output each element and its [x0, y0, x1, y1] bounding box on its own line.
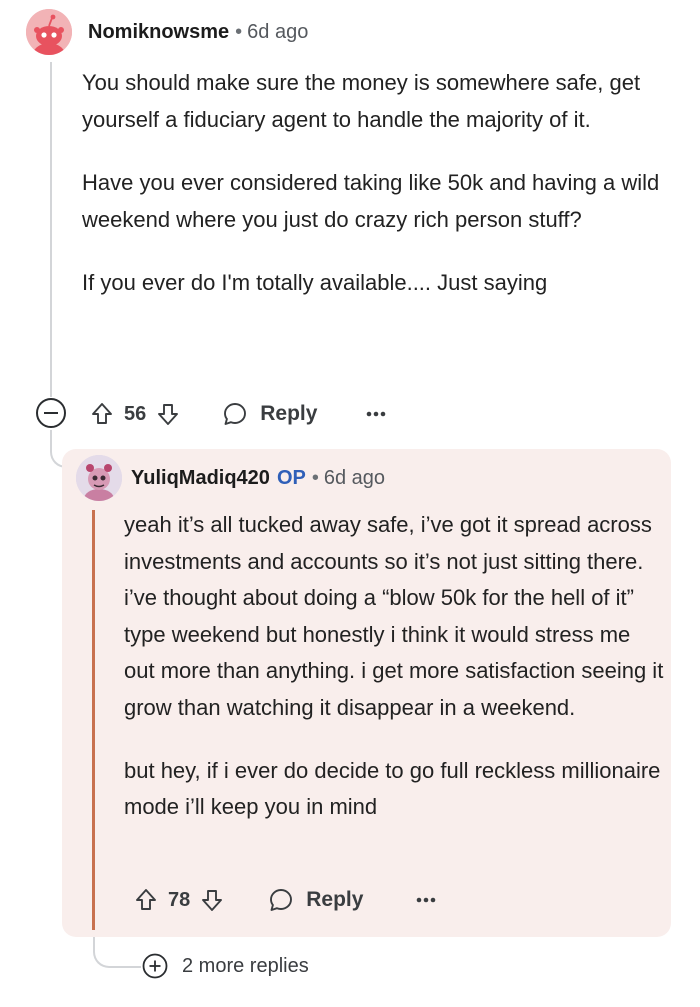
thread-line [50, 62, 52, 397]
speech-bubble-icon [268, 887, 294, 913]
comment-action-bar: 56 Reply [90, 394, 387, 434]
more-options-button[interactable] [415, 896, 437, 904]
ellipsis-icon [367, 411, 386, 417]
separator-dot: • [235, 21, 243, 43]
reply-action-bar: 78 Reply [134, 880, 437, 920]
comment-meta: Nomiknowsme • 6d ago [88, 18, 308, 46]
reddit-snoo-avatar-icon [26, 9, 72, 55]
timestamp: 6d ago [247, 21, 309, 43]
reply-label: Reply [260, 402, 318, 425]
op-badge: OP [276, 467, 306, 489]
comment-paragraph: You should make sure the money is somewh… [82, 70, 641, 132]
comment-body: You should make sure the money is somewh… [82, 64, 682, 301]
plus-circle-icon [142, 953, 168, 979]
comment-paragraph: Have you ever considered taking like 50k… [82, 170, 660, 232]
minus-circle-icon [44, 412, 58, 414]
reply-button[interactable]: Reply [268, 887, 363, 913]
arrow-up-icon [136, 889, 156, 910]
avatar[interactable] [76, 455, 122, 501]
more-replies-button[interactable]: 2 more replies [142, 953, 309, 979]
reply-label: Reply [306, 888, 364, 911]
reply-body: yeah it’s all tucked away safe, i’ve got… [124, 507, 664, 826]
more-replies-label: 2 more replies [182, 954, 309, 977]
reply-paragraph: but hey, if i ever do decide to go full … [124, 757, 661, 820]
upvote-button[interactable] [134, 888, 158, 912]
arrow-down-icon [202, 890, 223, 911]
reply-meta: YuliqMadiq420 OP • 6d ago [131, 464, 385, 492]
username[interactable]: YuliqMadiq420 [131, 467, 270, 489]
arrow-up-icon [92, 403, 112, 424]
collapse-thread-button[interactable] [36, 398, 66, 428]
downvote-button[interactable] [156, 402, 180, 426]
more-options-button[interactable] [365, 410, 387, 418]
timestamp: 6d ago [323, 467, 386, 489]
reply-button[interactable]: Reply [222, 401, 317, 427]
vote-score: 56 [124, 402, 147, 425]
user-avatar-icon [76, 455, 122, 501]
op-highlight-bar [92, 510, 95, 930]
vote-score: 78 [168, 888, 191, 911]
speech-bubble-icon [222, 401, 248, 427]
username[interactable]: Nomiknowsme [88, 21, 229, 43]
avatar[interactable] [26, 9, 72, 55]
upvote-button[interactable] [90, 402, 114, 426]
ellipsis-icon [417, 897, 436, 903]
downvote-button[interactable] [200, 888, 224, 912]
comment-paragraph: If you ever do I'm totally available....… [82, 270, 548, 295]
reply-paragraph: yeah it’s all tucked away safe, i’ve got… [124, 512, 664, 720]
separator-dot: • [311, 467, 319, 489]
arrow-down-icon [158, 404, 179, 425]
